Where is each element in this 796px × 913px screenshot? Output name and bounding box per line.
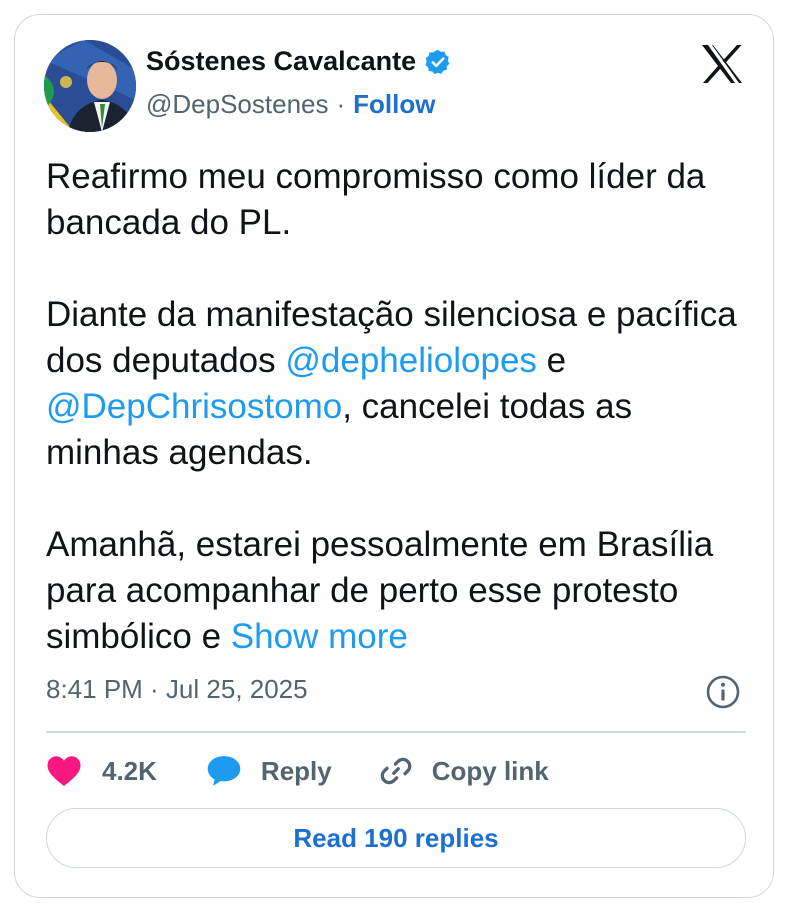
handle-row: @DepSostenes · Follow bbox=[146, 89, 436, 120]
author-handle[interactable]: @DepSostenes bbox=[146, 89, 329, 120]
info-icon[interactable] bbox=[705, 674, 741, 710]
tweet-paragraph-1: Reafirmo meu compromisso como líder da b… bbox=[46, 157, 706, 242]
speech-bubble-icon bbox=[207, 756, 241, 786]
tweet-timestamp[interactable]: 8:41 PM · Jul 25, 2025 bbox=[46, 674, 308, 705]
action-bar: 4.2K Reply Copy link bbox=[46, 748, 549, 794]
like-count: 4.2K bbox=[102, 755, 157, 786]
copy-link-label: Copy link bbox=[431, 755, 549, 786]
tweet-paragraph-3: Amanhã, estarei pessoalmente em Brasília… bbox=[46, 522, 746, 660]
copy-link-button[interactable]: Copy link bbox=[378, 753, 549, 789]
follow-button[interactable]: Follow bbox=[353, 89, 435, 120]
tweet-text: e bbox=[536, 341, 567, 380]
reply-label: Reply bbox=[260, 755, 332, 786]
mention-link-depchrisostomo[interactable]: @DepChrisostomo bbox=[46, 387, 342, 426]
heart-icon bbox=[47, 756, 81, 786]
reply-button[interactable]: Reply bbox=[205, 754, 332, 788]
like-button[interactable]: 4.2K bbox=[46, 754, 157, 788]
show-more-link[interactable]: Show more bbox=[231, 617, 408, 656]
x-logo-icon[interactable] bbox=[700, 44, 744, 84]
avatar[interactable] bbox=[44, 40, 136, 132]
author-name-row: Sóstenes Cavalcante bbox=[146, 46, 452, 77]
divider bbox=[46, 731, 746, 733]
tweet-paragraph-2: Diante da manifestação silenciosa e pací… bbox=[46, 292, 746, 476]
link-icon bbox=[380, 757, 412, 785]
tweet-body: Reafirmo meu compromisso como líder da b… bbox=[46, 154, 746, 660]
verified-badge-icon bbox=[425, 49, 450, 74]
author-name[interactable]: Sóstenes Cavalcante bbox=[146, 46, 416, 77]
mention-link-depheliolopes[interactable]: @depheliolopes bbox=[285, 341, 537, 380]
read-replies-button[interactable]: Read 190 replies bbox=[46, 808, 746, 868]
handle-separator: · bbox=[336, 89, 346, 119]
